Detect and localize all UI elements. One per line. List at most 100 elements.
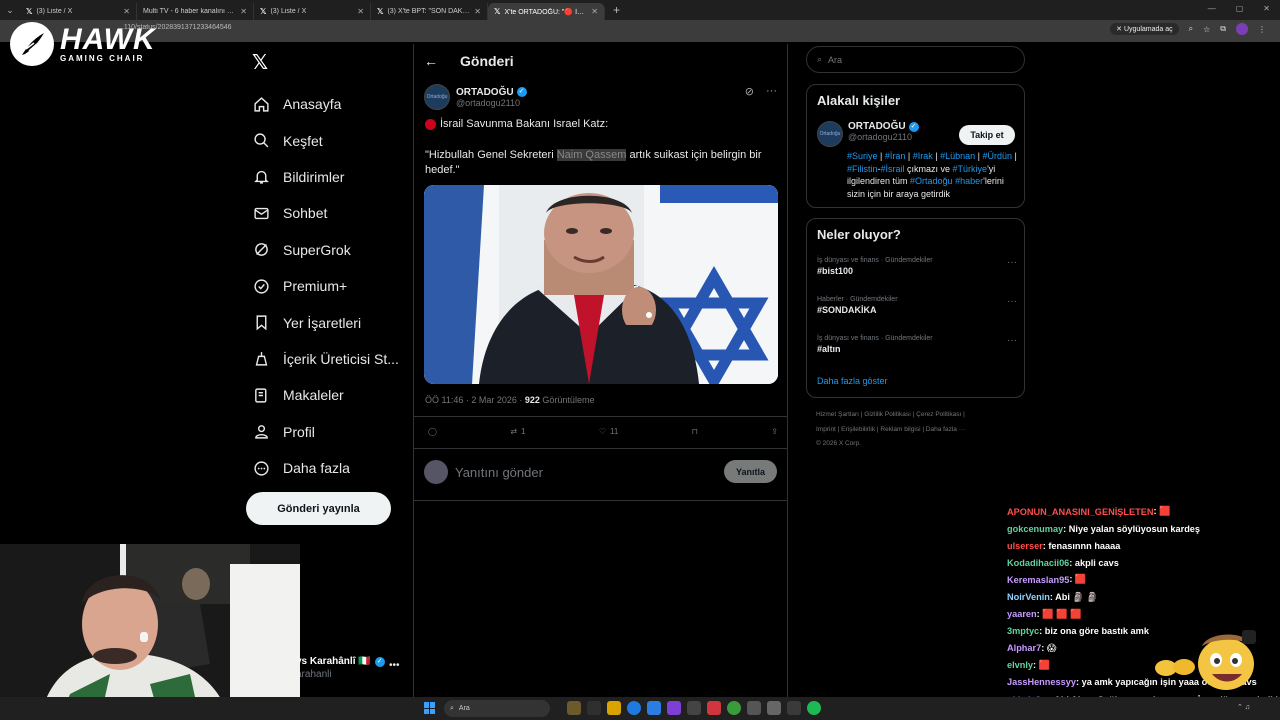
open-in-app-button[interactable]: ✕ Uygulamada aç (1110, 23, 1179, 35)
reply-input[interactable]: Yanıtını gönder (455, 465, 543, 480)
hashtag-link[interactable]: #Lübnan (940, 151, 975, 161)
tab-search-icon[interactable]: ⌄ (0, 0, 20, 20)
new-tab-icon[interactable]: + (613, 3, 620, 17)
bookmark-action[interactable]: ⊓ (692, 427, 698, 436)
footer-line[interactable]: Hizmet Şartları | Gizlilik Politikası | … (816, 408, 1021, 423)
trend-item[interactable]: Haberler · Gündemdekiler #SONDAKİKA ··· (817, 296, 1017, 315)
more-icon[interactable]: ··· (1007, 296, 1017, 307)
close-window-icon[interactable]: ✕ (1263, 4, 1270, 13)
folder-icon[interactable] (607, 701, 621, 715)
hashtag-link[interactable]: #Ortadoğu (910, 176, 953, 186)
windows-start-icon[interactable] (424, 702, 436, 714)
reply-button[interactable]: Yanıtla (724, 460, 777, 483)
more-icon[interactable]: ··· (1007, 257, 1017, 268)
reply-action[interactable]: ◯ (428, 427, 437, 436)
hashtag-link[interactable]: #İran (885, 151, 906, 161)
edge-icon[interactable] (647, 701, 661, 715)
related-avatar[interactable]: Ortadoğu (817, 121, 843, 147)
chat-username[interactable]: NoirVenin (1007, 592, 1050, 602)
chat-username[interactable]: Kodadihacii06 (1007, 558, 1069, 568)
reply-composer[interactable]: Yanıtını gönder (424, 460, 543, 484)
chrome-icon[interactable] (727, 701, 741, 715)
chat-username[interactable]: ulserser (1007, 541, 1043, 551)
show-more-link[interactable]: Daha fazla göster (817, 376, 888, 386)
nav-item-premium[interactable]: Premium+ (253, 268, 399, 304)
browser-icon[interactable] (627, 701, 641, 715)
x-logo-icon[interactable]: 𝕏 (252, 50, 268, 75)
app-icon[interactable] (687, 701, 701, 715)
close-tab-icon[interactable]: ✕ (474, 7, 481, 16)
related-author[interactable]: Ortadoğu ORTADOĞU ✓ @ortadogu2110 (817, 121, 919, 147)
close-tab-icon[interactable]: ✕ (123, 7, 130, 16)
app-icon[interactable] (787, 701, 801, 715)
nav-item-chat[interactable]: Sohbet (253, 195, 399, 231)
nav-item-home[interactable]: Anasayfa (253, 86, 399, 122)
hashtag-link[interactable]: #Türkiye (953, 164, 988, 174)
chat-username[interactable]: 3mptyc (1007, 626, 1039, 636)
hashtag-link[interactable]: #Filistin (847, 164, 878, 174)
nav-item-explore[interactable]: Keşfet (253, 122, 399, 158)
browser-tab[interactable]: 𝕏(3) X'te BPT: "SON DAKİKA | Ka✕ (371, 3, 488, 20)
close-tab-icon[interactable]: ✕ (591, 7, 598, 16)
nav-item-more[interactable]: Daha fazla (253, 450, 399, 486)
author-avatar[interactable]: Ortadoğu (424, 84, 450, 110)
hashtag-link[interactable]: #İsrail (881, 164, 905, 174)
chat-username[interactable]: APONUN_ANASINI_GENİŞLETEN (1007, 507, 1154, 517)
follow-button[interactable]: Takip et (959, 125, 1015, 145)
trend-item[interactable]: İş dünyası ve finans · Gündemdekiler #al… (817, 335, 1017, 354)
browser-menu-icon[interactable]: ⋮ (1258, 25, 1266, 34)
chat-username[interactable]: Alphar7 (1007, 643, 1041, 653)
close-tab-icon[interactable]: ✕ (240, 7, 247, 16)
app-icon[interactable] (567, 701, 581, 715)
chat-username[interactable]: elvnly (1007, 660, 1033, 670)
account-more-icon[interactable]: ••• (389, 660, 400, 671)
nav-item-creator-studio[interactable]: İçerik Üreticisi St... (253, 341, 399, 377)
grok-icon[interactable]: ⊘ (745, 85, 754, 98)
nav-item-bookmarks[interactable]: Yer İşaretleri (253, 304, 399, 340)
browser-tab[interactable]: 𝕏 (3) Liste / X ✕ (254, 3, 371, 20)
minimize-icon[interactable]: — (1208, 4, 1216, 13)
nav-item-supergrok[interactable]: SuperGrok (253, 232, 399, 268)
nav-item-profile[interactable]: Profil (253, 414, 399, 450)
hashtag-link[interactable]: #Irak (913, 151, 933, 161)
close-tab-icon[interactable]: ✕ (357, 7, 364, 16)
back-arrow-icon[interactable]: ← (424, 53, 438, 69)
chat-username[interactable]: yaaren (1007, 609, 1037, 619)
like-action[interactable]: ♡ 11 (599, 427, 618, 436)
chat-username[interactable]: gokcenumay (1007, 524, 1063, 534)
browser-tab[interactable]: 𝕏 (3) Liste / X ✕ (20, 3, 137, 20)
post-author[interactable]: Ortadoğu ORTADOĞU ✓ @ortadogu2110 (424, 84, 527, 110)
search-input[interactable]: ⌕ Ara (806, 46, 1025, 73)
chat-username[interactable]: Keremaslan95 (1007, 575, 1069, 585)
nav-item-articles[interactable]: Makaleler (253, 377, 399, 413)
browser-tab[interactable]: Multi TV - 6 haber kanalını aynı ✕ (137, 3, 254, 20)
hashtag-link[interactable]: #Suriye (847, 151, 878, 161)
share-action[interactable]: ⇪ (771, 427, 778, 436)
hashtag-link[interactable]: #haber (955, 176, 983, 186)
post-image[interactable] (424, 185, 778, 384)
profile-avatar[interactable] (1236, 23, 1248, 35)
bookmark-star-icon[interactable]: ☆ (1203, 25, 1210, 34)
app-icon[interactable] (707, 701, 721, 715)
taskbar-search[interactable]: ⌕ Ara (444, 700, 550, 717)
app-icon[interactable] (767, 701, 781, 715)
app-icon[interactable] (747, 701, 761, 715)
system-tray[interactable]: ⌃ ♫ (1237, 703, 1250, 711)
footer-line[interactable]: Imprint | Erişilebilirlik | Reklam bilgi… (816, 423, 1021, 438)
nav-item-notifications[interactable]: Bildirimler (253, 159, 399, 195)
zoom-icon[interactable]: ⌕ (1189, 24, 1193, 34)
account-name[interactable]: vs Karahânlî 🇮🇹 ✓ (296, 656, 385, 667)
maximize-icon[interactable]: ▢ (1236, 4, 1244, 13)
more-icon[interactable]: ··· (1007, 335, 1017, 346)
app-icon[interactable] (587, 701, 601, 715)
extensions-icon[interactable]: ⧉ (1220, 24, 1226, 34)
chat-username[interactable]: JassHennessyy (1007, 677, 1076, 687)
hashtag-link[interactable]: #Ürdün (982, 151, 1012, 161)
more-icon[interactable]: ··· (766, 85, 777, 98)
repost-action[interactable]: ⇄ 1 (510, 427, 525, 436)
browser-tab-active[interactable]: 𝕏X'te ORTADOĞU: "🔴 İsrail Sav✕ (488, 3, 605, 20)
post-button[interactable]: Gönderi yayınla (246, 492, 391, 525)
trend-item[interactable]: İş dünyası ve finans · Gündemdekiler #bi… (817, 257, 1017, 276)
spotify-icon[interactable] (807, 701, 821, 715)
app-icon[interactable] (667, 701, 681, 715)
